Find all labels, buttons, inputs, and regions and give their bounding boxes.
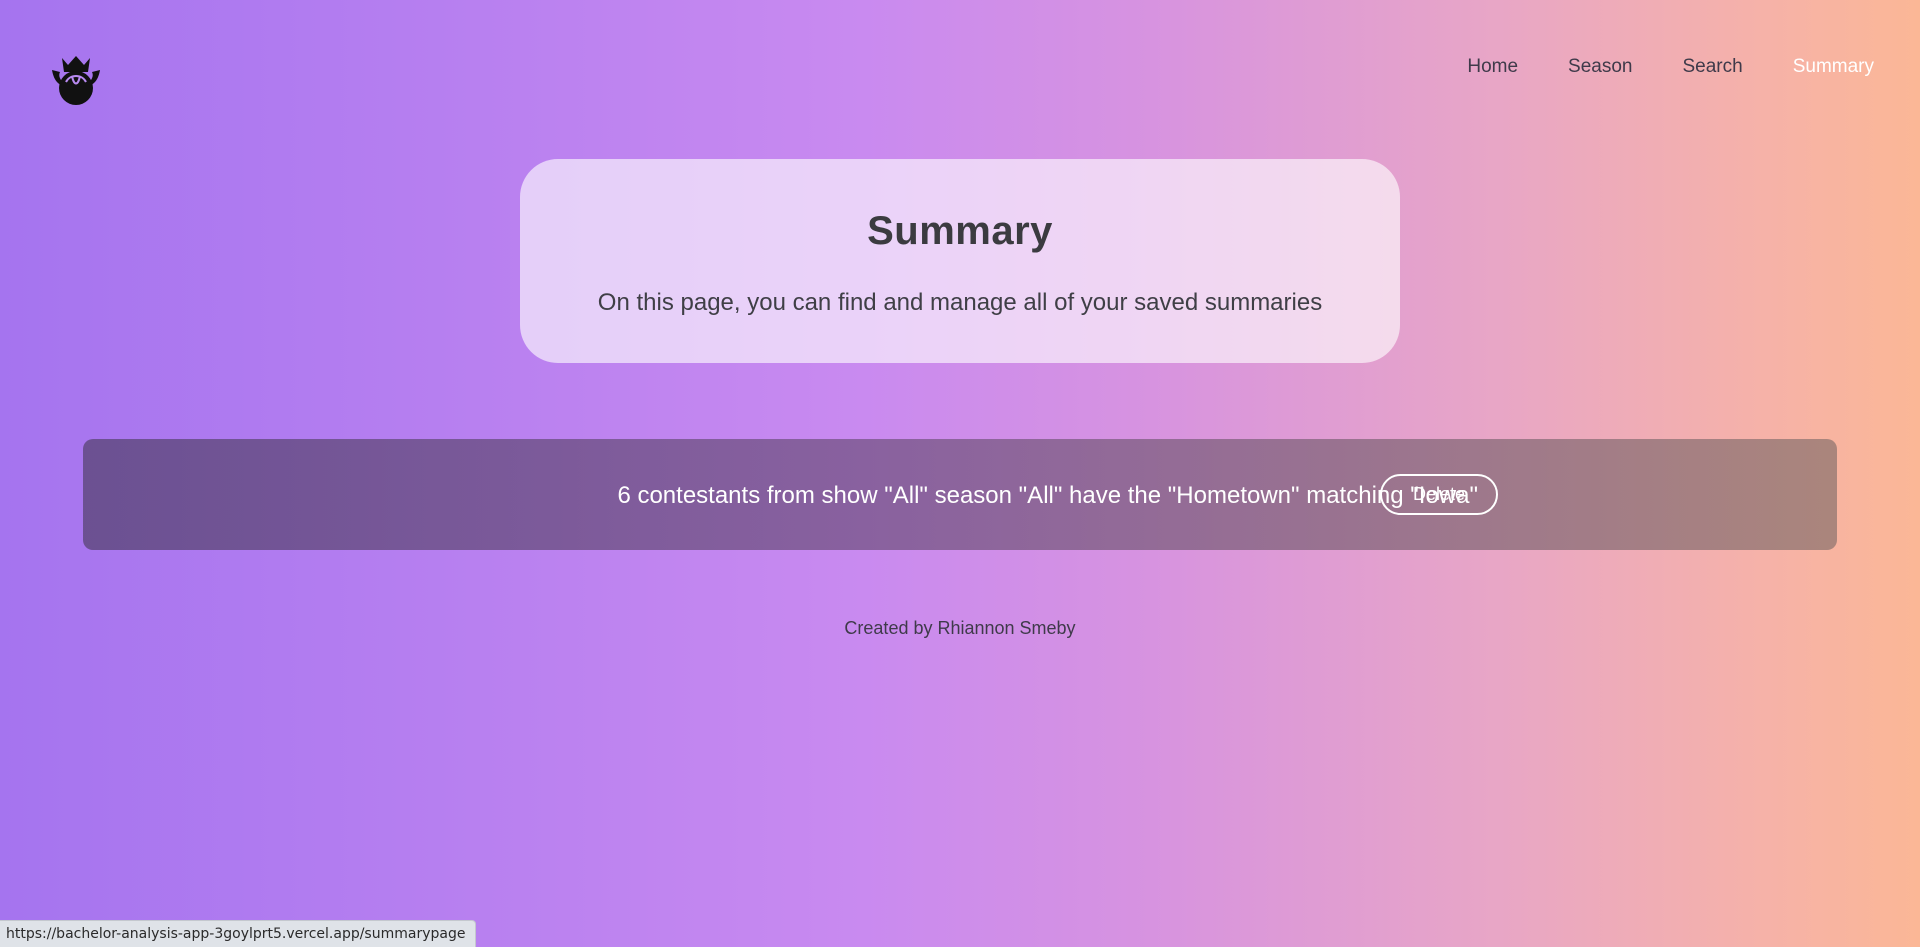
- summary-text: 6 contestants from show "All" season "Al…: [617, 482, 1478, 509]
- summary-item: 6 contestants from show "All" season "Al…: [83, 439, 1837, 550]
- page-subtitle: On this page, you can find and manage al…: [597, 289, 1323, 316]
- delete-summary-button[interactable]: Delete: [1380, 474, 1498, 515]
- nav-home-link[interactable]: Home: [1467, 56, 1518, 78]
- nav-search-link[interactable]: Search: [1683, 56, 1743, 78]
- nav-season-link[interactable]: Season: [1568, 56, 1632, 78]
- rose-icon: [52, 56, 100, 105]
- hero-card: Summary On this page, you can find and m…: [520, 159, 1400, 363]
- page-title: Summary: [867, 209, 1053, 253]
- nav-summary-link[interactable]: Summary: [1793, 56, 1874, 78]
- rose-logo-icon[interactable]: [48, 52, 104, 108]
- browser-status-bar-url: https://bachelor-analysis-app-3goylprt5.…: [0, 920, 477, 947]
- main-nav: Home Season Search Summary: [1417, 56, 1874, 78]
- footer-credit: Created by Rhiannon Smeby: [844, 618, 1076, 638]
